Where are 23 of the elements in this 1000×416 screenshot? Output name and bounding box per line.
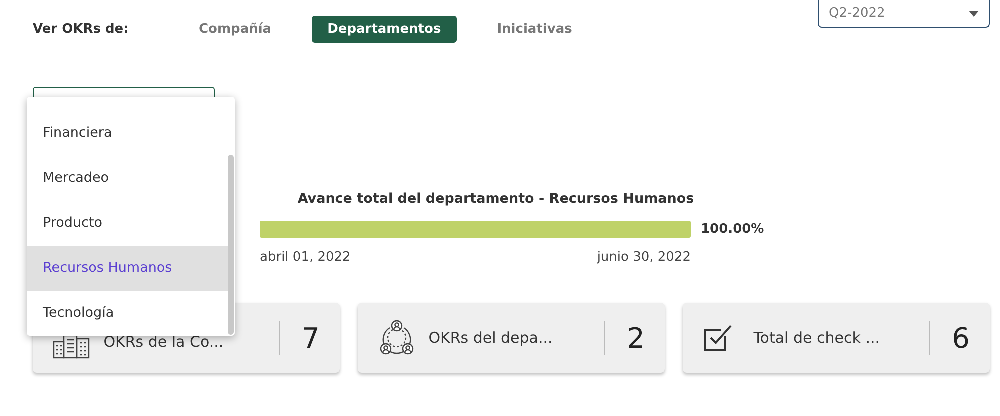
card-label: Total de check ... <box>754 321 930 355</box>
menu-item[interactable]: Producto <box>27 201 229 246</box>
end-date: junio 30, 2022 <box>597 250 691 265</box>
start-date: abril 01, 2022 <box>260 250 351 265</box>
menu-item[interactable]: Financiera <box>27 111 229 156</box>
menu-item[interactable]: Mercadeo <box>27 156 229 201</box>
card-label: OKRs del depa... <box>428 321 606 355</box>
checkbox-icon <box>703 324 733 352</box>
view-tab[interactable]: Iniciativas <box>481 16 588 42</box>
team-icon <box>378 320 416 356</box>
card-value: 2 <box>627 322 645 354</box>
card-value: 6 <box>952 322 970 354</box>
menu-item[interactable]: Recursos Humanos <box>27 246 229 291</box>
caret-icon <box>969 10 979 16</box>
scrollbar[interactable] <box>228 155 234 335</box>
building-icon <box>53 333 91 359</box>
card-value: 7 <box>302 322 320 354</box>
progress-percent: 100.00% <box>701 222 764 237</box>
period-select[interactable]: Q2-2022 <box>818 0 990 28</box>
view-tab[interactable]: Compañía <box>183 16 288 42</box>
view-tab[interactable]: Departamentos <box>312 16 458 42</box>
progress-title: Avance total del departamento - Recursos Humanos <box>296 191 696 207</box>
view-label: Ver OKRs de: <box>33 22 130 36</box>
